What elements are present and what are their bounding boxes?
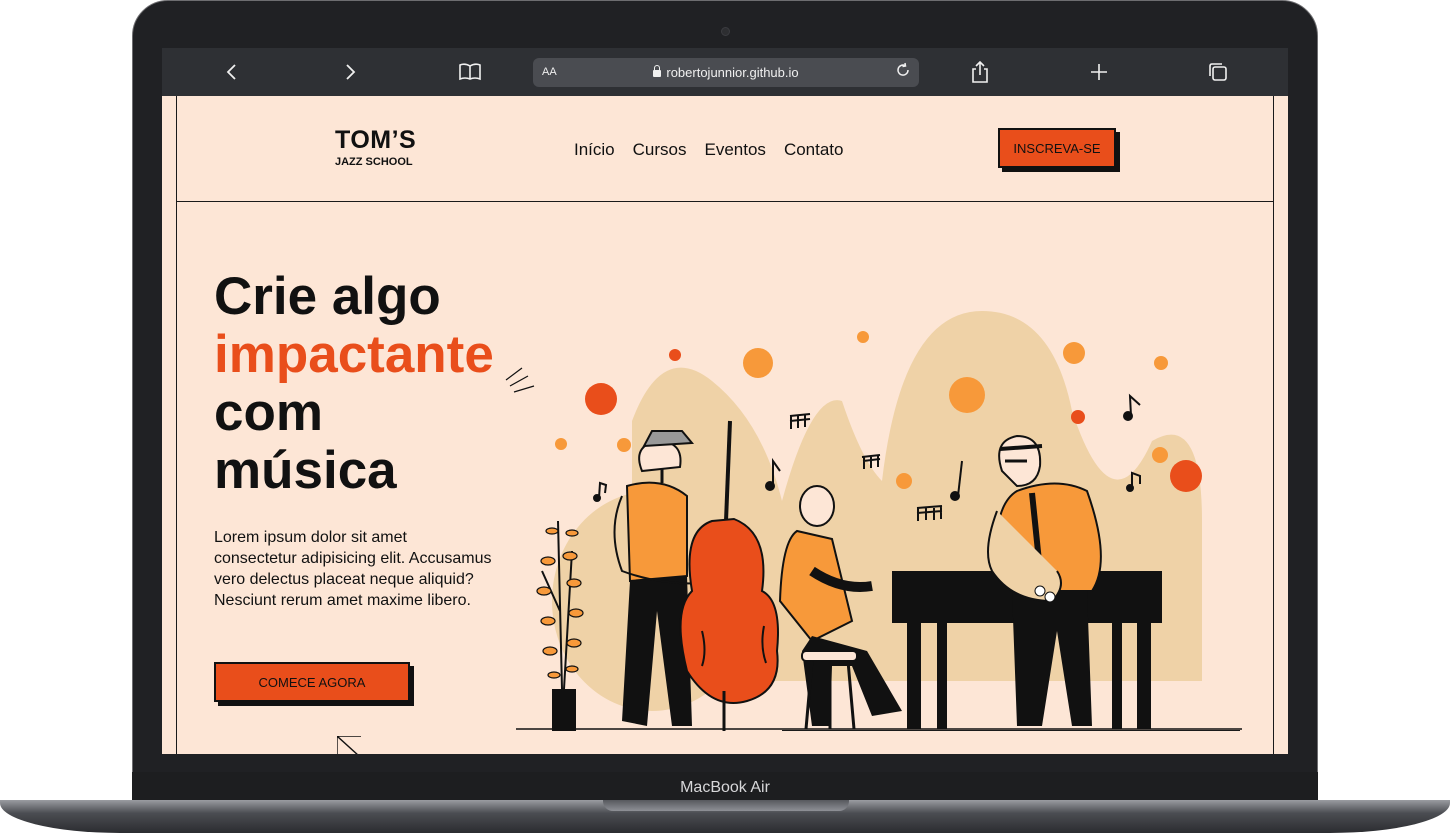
hero-title-line-4: música — [214, 441, 397, 500]
laptop-notch — [603, 800, 849, 811]
hero-title-line-1: Crie algo — [214, 267, 441, 326]
logo-title[interactable]: TOM’S — [335, 126, 416, 155]
back-icon[interactable] — [220, 60, 244, 84]
nav-item-inicio[interactable]: Início — [574, 140, 615, 160]
logo-subtitle: JAZZ SCHOOL — [335, 156, 413, 168]
header-divider — [176, 201, 1274, 202]
bookmarks-icon[interactable] — [458, 60, 482, 84]
device-label: MacBook Air — [680, 779, 770, 796]
start-now-button[interactable]: COMECE AGORA — [214, 662, 410, 702]
jazz-band-illustration — [516, 311, 1242, 731]
browser-toolbar: AA robertojunnior.github.io — [162, 48, 1288, 96]
share-icon[interactable] — [968, 60, 992, 84]
tabs-icon[interactable] — [1206, 60, 1230, 84]
new-tab-icon[interactable] — [1087, 60, 1111, 84]
main-nav: Início Cursos Eventos Contato — [574, 140, 843, 160]
cursor-arrow-icon — [337, 736, 361, 754]
camera-icon — [721, 27, 730, 36]
screen: AA robertojunnior.github.io TOM’S JAZZ S… — [162, 48, 1288, 754]
forward-icon[interactable] — [338, 60, 362, 84]
hero-title: Crie algo impactante com música — [214, 268, 494, 500]
reload-icon[interactable] — [895, 62, 911, 83]
nav-item-contato[interactable]: Contato — [784, 140, 844, 160]
website: TOM’S JAZZ SCHOOL Início Cursos Eventos … — [162, 96, 1288, 754]
address-bar[interactable]: AA robertojunnior.github.io — [533, 58, 919, 87]
hero-description: Lorem ipsum dolor sit amet consectetur a… — [214, 529, 492, 609]
hero-title-line-2: impactante — [214, 325, 494, 384]
signup-button[interactable]: INSCREVA-SE — [998, 128, 1116, 168]
lock-icon — [653, 65, 662, 77]
url-text: robertojunnior.github.io — [666, 65, 799, 80]
nav-item-eventos[interactable]: Eventos — [705, 140, 766, 160]
nav-item-cursos[interactable]: Cursos — [633, 140, 687, 160]
hero-title-line-3: com — [214, 383, 323, 442]
